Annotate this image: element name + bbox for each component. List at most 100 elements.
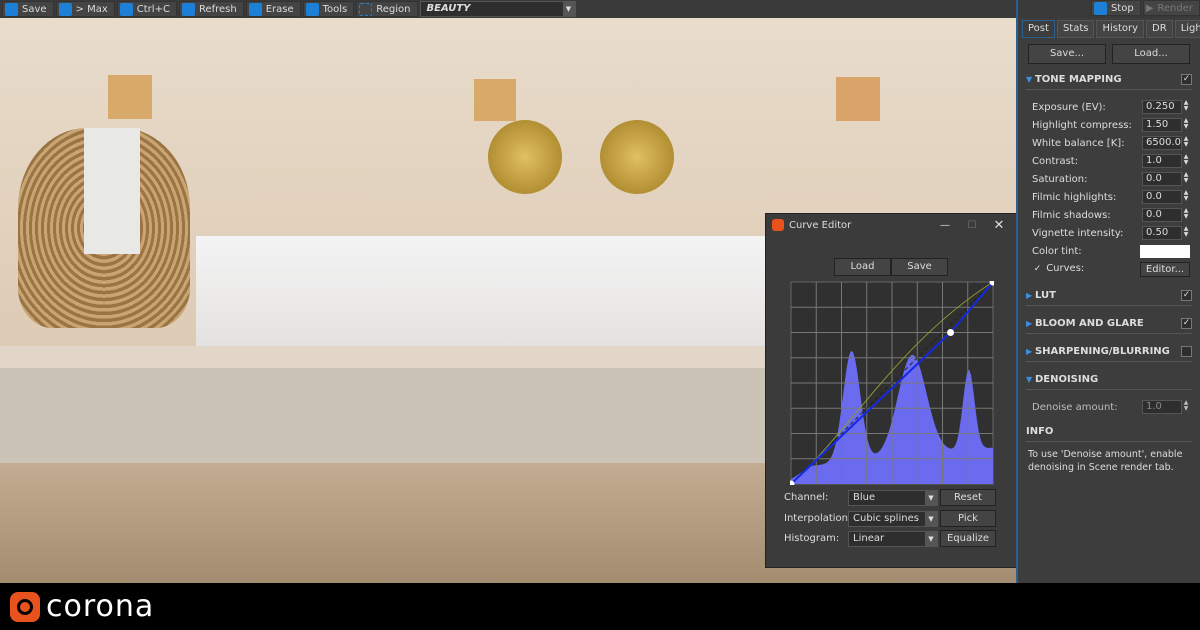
- tab-lightmix[interactable]: LightMix: [1174, 20, 1200, 38]
- denoise-amount-label: Denoise amount:: [1032, 401, 1118, 413]
- wall-tile: [474, 79, 516, 121]
- filmic-highlights-input[interactable]: 0.0: [1142, 190, 1182, 204]
- section-denoising[interactable]: DENOISING: [1026, 370, 1192, 390]
- copy-button[interactable]: Ctrl+C: [116, 1, 177, 17]
- region-button[interactable]: Region: [356, 1, 418, 17]
- spinner-icon[interactable]: ▲ ▼: [1182, 190, 1190, 204]
- field-label: Filmic shadows:: [1032, 209, 1111, 221]
- interpolation-select[interactable]: Cubic splines ▼: [848, 510, 938, 527]
- corona-logo-icon: [10, 591, 40, 622]
- spinner-icon[interactable]: ▲ ▼: [1182, 208, 1190, 222]
- reset-button[interactable]: Reset: [940, 489, 996, 506]
- play-icon: ▶: [1145, 2, 1154, 14]
- field-row: White balance [K]: 6500.0 ▲ ▼: [1018, 134, 1200, 152]
- max-button[interactable]: > Max: [55, 1, 115, 17]
- curve-graph[interactable]: [790, 281, 994, 485]
- histogram-select[interactable]: Linear ▼: [848, 530, 938, 547]
- section-bloom-glare[interactable]: BLOOM AND GLARE✓: [1026, 314, 1192, 334]
- curve-editor-button[interactable]: Editor...: [1140, 261, 1190, 277]
- filmic-shadows-input[interactable]: 0.0: [1142, 208, 1182, 222]
- spinner-icon[interactable]: ▲ ▼: [1182, 400, 1190, 414]
- copy-icon: [119, 2, 133, 16]
- curves-checkbox[interactable]: ✓: [1032, 264, 1043, 276]
- spinner-icon[interactable]: ▲ ▼: [1182, 154, 1190, 168]
- chevron-down-icon: ▼: [925, 511, 937, 526]
- channel-select[interactable]: Blue ▼: [848, 489, 938, 506]
- faucet: [488, 120, 562, 194]
- erase-button[interactable]: Erase: [245, 1, 301, 17]
- field-label: Filmic highlights:: [1032, 191, 1117, 203]
- curves-label: Curves:: [1046, 262, 1085, 274]
- field-row: Filmic shadows: 0.0 ▲ ▼: [1018, 206, 1200, 224]
- title-bar: Curve Editor — ☐ ✕: [766, 214, 1016, 236]
- pick-button[interactable]: Pick: [940, 510, 996, 527]
- contrast-input[interactable]: 1.0: [1142, 154, 1182, 168]
- color-tint-swatch[interactable]: [1140, 244, 1190, 258]
- tab-stats[interactable]: Stats: [1056, 20, 1095, 38]
- close-icon[interactable]: ✕: [988, 218, 1010, 233]
- load-preset-button[interactable]: Load...: [1112, 44, 1190, 64]
- curve-point[interactable]: [947, 329, 955, 336]
- field-row: Highlight compress: 1.50 ▲ ▼: [1018, 116, 1200, 134]
- chevron-down-icon: ▼: [562, 2, 575, 16]
- field-label: Contrast:: [1032, 155, 1079, 167]
- sharpening-checkbox[interactable]: [1181, 346, 1192, 357]
- spinner-icon[interactable]: ▲ ▼: [1182, 136, 1190, 150]
- field-row: Filmic highlights: 0.0 ▲ ▼: [1018, 188, 1200, 206]
- field-label: Highlight compress:: [1032, 119, 1132, 131]
- faucet: [600, 120, 674, 194]
- tone-mapping-checkbox[interactable]: ✓: [1181, 74, 1192, 85]
- tools-button[interactable]: Tools: [302, 1, 355, 17]
- stop-button[interactable]: Stop: [1090, 0, 1141, 16]
- save-button[interactable]: Save: [2, 1, 54, 17]
- maximize-icon[interactable]: ☐: [961, 220, 983, 231]
- field-row: Saturation: 0.0 ▲ ▼: [1018, 170, 1200, 188]
- white-balance-input[interactable]: 6500.0: [1142, 136, 1182, 150]
- highlight-compress-input[interactable]: 1.50: [1142, 118, 1182, 132]
- field-label: White balance [K]:: [1032, 137, 1125, 149]
- save-preset-button[interactable]: Save...: [1028, 44, 1106, 64]
- exposure-input[interactable]: 0.250: [1142, 100, 1182, 114]
- color-tint-label: Color tint:: [1032, 245, 1082, 257]
- stop-icon: [1093, 1, 1107, 15]
- tab-post[interactable]: Post: [1022, 20, 1055, 38]
- field-label: Saturation:: [1032, 173, 1088, 185]
- spinner-icon[interactable]: ▲ ▼: [1182, 100, 1190, 114]
- minimize-icon[interactable]: —: [934, 220, 956, 231]
- spinner-icon[interactable]: ▲ ▼: [1182, 172, 1190, 186]
- load-button[interactable]: Load: [834, 258, 891, 276]
- section-lut[interactable]: LUT✓: [1026, 286, 1192, 306]
- render-button[interactable]: ▶ Render: [1142, 0, 1200, 16]
- field-label: Vignette intensity:: [1032, 227, 1124, 239]
- corona-icon: [772, 219, 784, 231]
- chevron-down-icon: ▼: [925, 490, 937, 505]
- chevron-down-icon: ▼: [925, 531, 937, 546]
- save-button[interactable]: Save: [891, 258, 948, 276]
- spinner-icon[interactable]: ▲ ▼: [1182, 118, 1190, 132]
- field-label: Exposure (EV):: [1032, 101, 1106, 113]
- section-info: INFO: [1026, 422, 1192, 442]
- curve-editor-window: Curve Editor — ☐ ✕ Load Save Channel: Blu…: [765, 213, 1017, 568]
- lut-checkbox[interactable]: ✓: [1181, 290, 1192, 301]
- render-element-select[interactable]: BEAUTY ▼: [419, 1, 576, 17]
- max-icon: [58, 2, 72, 16]
- tab-history[interactable]: History: [1096, 20, 1145, 38]
- vignette-input[interactable]: 0.50: [1142, 226, 1182, 240]
- field-row: Exposure (EV): 0.250 ▲ ▼: [1018, 98, 1200, 116]
- refresh-button[interactable]: Refresh: [178, 1, 244, 17]
- denoise-amount-input[interactable]: 1.0: [1142, 400, 1182, 414]
- section-sharpening[interactable]: SHARPENING/BLURRING: [1026, 342, 1192, 362]
- equalize-button[interactable]: Equalize: [940, 530, 996, 547]
- tab-dr[interactable]: DR: [1146, 20, 1173, 38]
- section-tone-mapping[interactable]: TONE MAPPING✓: [1026, 70, 1192, 90]
- histogram-label: Histogram:: [784, 533, 840, 544]
- interpolation-label: Interpolation:: [784, 513, 852, 524]
- saturation-input[interactable]: 0.0: [1142, 172, 1182, 186]
- bloom-checkbox[interactable]: ✓: [1181, 318, 1192, 329]
- spinner-icon[interactable]: ▲ ▼: [1182, 226, 1190, 240]
- wall-tile: [108, 75, 152, 119]
- erase-icon: [248, 2, 262, 16]
- corona-logo: corona: [46, 589, 155, 624]
- field-row: Contrast: 1.0 ▲ ▼: [1018, 152, 1200, 170]
- save-icon: [5, 2, 18, 16]
